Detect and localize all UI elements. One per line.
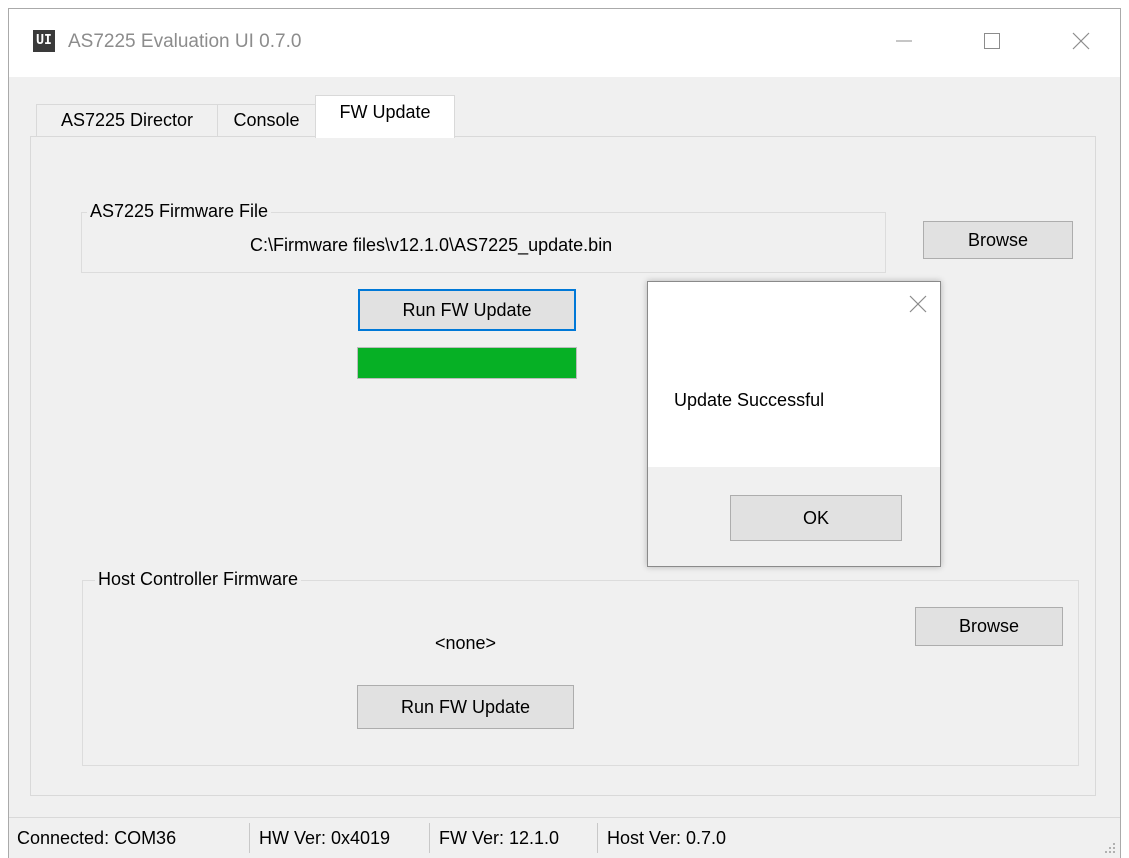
- app-window: UI AS7225 Evaluation UI 0.7.0 AS7225 Dir…: [8, 8, 1121, 858]
- maximize-button[interactable]: [970, 22, 1014, 60]
- minimize-icon: [896, 40, 912, 42]
- resize-grip-icon[interactable]: [1102, 840, 1116, 854]
- as7225-browse-button[interactable]: Browse: [923, 221, 1073, 259]
- update-successful-dialog: Update Successful OK: [647, 281, 941, 567]
- status-bar: Connected: COM36 HW Ver: 0x4019 FW Ver: …: [9, 817, 1120, 858]
- host-firmware-path: <none>: [435, 633, 497, 653]
- as7225-update-progress-bar: [357, 347, 577, 379]
- dialog-message: Update Successful: [674, 390, 825, 410]
- as7225-firmware-group: AS7225 Firmware File C:\Firmware files\v…: [81, 201, 886, 273]
- progress-fill: [358, 348, 576, 378]
- tab-console[interactable]: Console: [217, 104, 316, 136]
- window-title: AS7225 Evaluation UI 0.7.0: [68, 31, 302, 52]
- status-separator: [249, 823, 250, 853]
- close-icon: [1072, 32, 1090, 50]
- status-fw-version: FW Ver: 12.1.0: [439, 828, 560, 848]
- status-separator: [597, 823, 598, 853]
- dialog-body: Update Successful: [648, 282, 940, 467]
- dialog-close-button[interactable]: [904, 290, 932, 318]
- maximize-icon: [984, 33, 1000, 49]
- status-separator: [429, 823, 430, 853]
- host-browse-button[interactable]: Browse: [915, 607, 1063, 646]
- close-button[interactable]: [1059, 22, 1103, 60]
- minimize-button[interactable]: [882, 22, 926, 60]
- app-logo-icon: UI: [33, 30, 55, 52]
- tab-as7225-director[interactable]: AS7225 Director: [36, 104, 218, 136]
- title-bar[interactable]: UI AS7225 Evaluation UI 0.7.0: [9, 9, 1120, 77]
- as7225-firmware-path: C:\Firmware files\v12.1.0\AS7225_update.…: [250, 235, 613, 255]
- status-connected: Connected: COM36: [17, 828, 177, 848]
- tab-fw-update[interactable]: FW Update: [315, 95, 455, 138]
- status-hw-version: HW Ver: 0x4019: [259, 828, 391, 848]
- dialog-ok-button[interactable]: OK: [730, 495, 902, 541]
- host-run-fw-update-button[interactable]: Run FW Update: [357, 685, 574, 729]
- as7225-run-fw-update-button[interactable]: Run FW Update: [358, 289, 576, 331]
- close-icon: [909, 295, 927, 313]
- status-host-version: Host Ver: 0.7.0: [607, 828, 727, 848]
- as7225-firmware-group-label: AS7225 Firmware File: [87, 201, 272, 222]
- host-controller-group-label: Host Controller Firmware: [95, 569, 302, 590]
